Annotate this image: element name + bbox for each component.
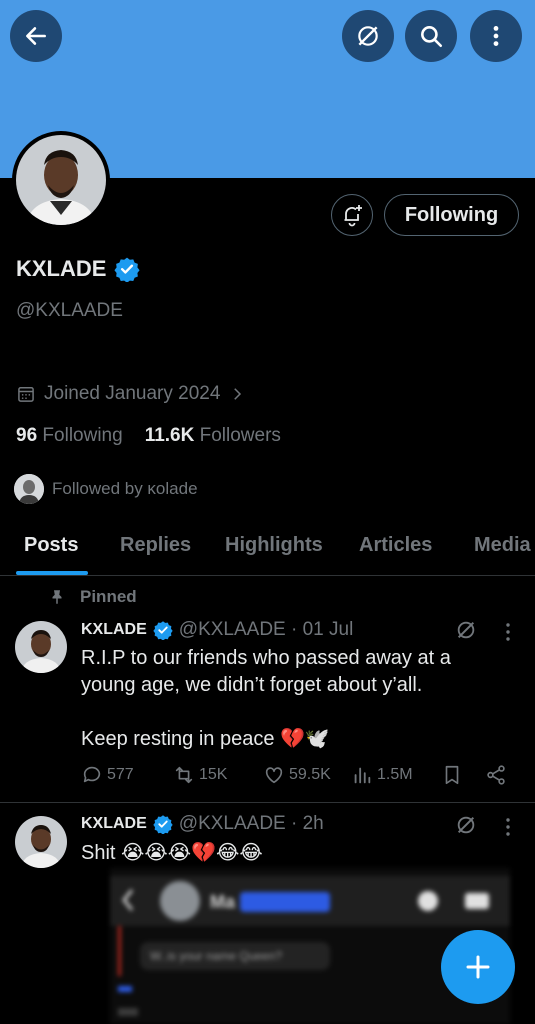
following-button[interactable]: Following xyxy=(384,194,519,236)
plus-icon xyxy=(466,955,490,979)
embedded-message-text: W..is your name Queen? xyxy=(150,949,282,963)
post-more-icon[interactable] xyxy=(505,622,511,642)
reply-button[interactable]: 577 xyxy=(81,764,134,786)
followers-label: Followers xyxy=(199,425,281,446)
joined-date: Joined January 2024 xyxy=(44,383,221,404)
post-divider xyxy=(0,802,535,803)
embedded-contact-name: Ma xyxy=(210,892,236,912)
tab-replies[interactable]: Replies xyxy=(120,534,191,557)
profile-name-row: KXLADE xyxy=(16,256,141,282)
views-button[interactable]: 1.5M xyxy=(351,764,413,786)
reply-icon xyxy=(83,766,101,783)
tab-posts[interactable]: Posts xyxy=(24,534,78,557)
post-avatar[interactable] xyxy=(15,621,67,673)
active-tab-indicator xyxy=(16,571,88,575)
post-avatar[interactable] xyxy=(15,816,67,868)
avatar-image xyxy=(16,135,106,225)
pin-icon xyxy=(52,590,62,604)
profile-avatar[interactable] xyxy=(12,131,110,229)
following-count: 96 xyxy=(16,425,38,446)
like-count: 59.5K xyxy=(289,766,331,783)
notifications-toggle-button[interactable] xyxy=(331,194,373,236)
verified-icon xyxy=(153,815,173,834)
post-actions: 577 15K 59.5K 1.5M xyxy=(81,764,511,790)
pinned-label: Pinned xyxy=(80,587,137,606)
post-header: KXLADE @KXLAADE · 01 Jul xyxy=(81,619,353,641)
back-arrow-icon xyxy=(26,27,46,45)
search-icon xyxy=(421,26,443,48)
post-text: Shit 😭😭😭💔😂😂 xyxy=(81,842,263,864)
followed-by-text: Followed by κolade xyxy=(52,479,198,498)
bell-plus-icon xyxy=(344,205,362,227)
more-vertical-icon xyxy=(493,26,499,46)
post-handle-time: @KXLAADE · 01 Jul xyxy=(178,619,354,640)
views-count: 1.5M xyxy=(377,766,413,783)
post-text-line: Keep resting in peace 💔🕊️ xyxy=(81,728,330,750)
post-more-icon[interactable] xyxy=(505,817,511,837)
like-icon xyxy=(265,767,283,784)
joined-row[interactable]: Joined January 2024 xyxy=(16,383,246,405)
profile-tabs: Posts Replies Highlights Articles Media xyxy=(0,520,535,576)
bookmark-button[interactable] xyxy=(441,764,463,786)
post-text-line: R.I.P to our friends who passed away at … xyxy=(81,647,451,669)
repost-count: 15K xyxy=(199,766,228,783)
post-handle-time: @KXLAADE · 2h xyxy=(178,813,324,834)
chevron-right-icon xyxy=(234,388,242,400)
post-author-name[interactable]: KXLADE xyxy=(81,621,147,639)
profile-handle: @KXLAADE xyxy=(16,300,123,321)
bookmark-icon xyxy=(445,765,459,785)
verified-icon[interactable] xyxy=(114,256,141,282)
repost-icon xyxy=(175,766,193,784)
grok-icon xyxy=(358,26,378,46)
profile-name: KXLADE xyxy=(16,256,107,281)
post-header: KXLADE @KXLAADE · 2h xyxy=(81,813,324,835)
grok-icon[interactable] xyxy=(455,814,477,836)
share-icon xyxy=(487,765,505,785)
following-stat[interactable]: 96 Following xyxy=(16,425,123,447)
grok-icon[interactable] xyxy=(455,619,477,641)
followers-count: 11.6K xyxy=(144,425,195,446)
tab-articles[interactable]: Articles xyxy=(359,534,432,557)
tab-media[interactable]: Media xyxy=(474,534,531,557)
reply-count: 577 xyxy=(107,766,134,783)
pinned-label-row: Pinned xyxy=(48,587,137,607)
follower-avatar xyxy=(14,474,44,504)
post-text: R.I.P to our friends who passed away at … xyxy=(81,645,501,753)
followers-stat[interactable]: 11.6K Followers xyxy=(145,425,281,447)
grok-button[interactable] xyxy=(342,10,394,62)
tab-highlights[interactable]: Highlights xyxy=(225,534,323,557)
post-text-line: young age, we didn’t forget about y’all. xyxy=(81,674,423,696)
more-button[interactable] xyxy=(470,10,522,62)
repost-button[interactable]: 15K xyxy=(173,764,227,786)
share-button[interactable] xyxy=(485,764,507,786)
follow-stats: 96 Following 11.6K Followers xyxy=(16,425,281,447)
views-icon xyxy=(354,767,371,784)
search-button[interactable] xyxy=(405,10,457,62)
like-button[interactable]: 59.5K xyxy=(263,764,331,786)
verified-icon xyxy=(153,621,173,640)
post-author-name[interactable]: KXLADE xyxy=(81,815,147,833)
followed-by-row[interactable]: Followed by κolade xyxy=(14,474,198,504)
back-button[interactable] xyxy=(10,10,62,62)
compose-post-button[interactable] xyxy=(441,930,515,1004)
following-label: Following xyxy=(42,425,123,446)
calendar-icon xyxy=(18,387,34,402)
